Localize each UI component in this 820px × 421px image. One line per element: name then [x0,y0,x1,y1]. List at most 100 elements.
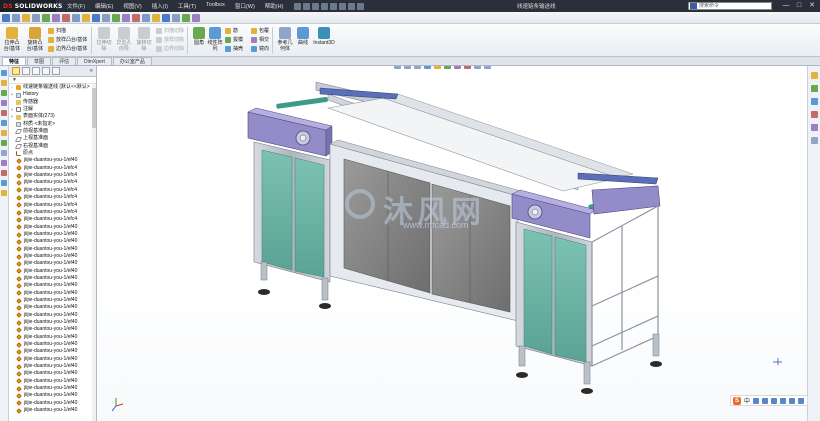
reference-icon[interactable] [1,100,7,106]
boundary-cut-button[interactable]: 边界切除 [156,45,184,52]
tab-dimxpert[interactable]: DimXpert [77,57,112,65]
tree-feature-item[interactable]: 传感器 [10,99,96,106]
keyboard-icon[interactable] [780,397,787,404]
tree-part-item[interactable]: jiijie-duantou-you-1/ef40 [10,319,96,326]
tree-root[interactable]: - 线速链条输送线 (默认<<默认> [10,84,96,91]
edit-icon[interactable] [1,170,7,176]
tree-part-item[interactable]: jiijie-duantou-you-1/efc4 [10,216,96,223]
offset-icon[interactable] [132,13,140,22]
tree-feature-item[interactable]: 右视基准面 [10,143,96,150]
restore-button[interactable]: □ [794,1,804,10]
tree-scroll-thumb[interactable] [92,88,96,128]
property-manager-tab[interactable] [22,67,30,75]
menu-window[interactable]: 窗口(W) [230,2,260,10]
loft-boss-button[interactable]: 放样凸台/基体 [48,36,87,43]
open-file-icon[interactable] [303,2,311,10]
display-icon[interactable] [1,150,7,156]
tree-feature-item[interactable]: + History [10,91,96,98]
menu-insert[interactable]: 插入(I) [147,2,173,10]
tree-part-item[interactable]: jiijie-duantou-you-1/ef40 [10,268,96,275]
tree-part-item[interactable]: jiijie-duantou-you-1/efc4 [10,165,96,172]
custom-properties-icon[interactable] [810,137,818,144]
zoom-icon[interactable] [1,180,7,186]
quick-snaps-icon[interactable] [192,13,200,22]
sweep-button[interactable]: 扫描 [48,27,66,34]
feature-icon[interactable] [1,80,7,86]
expand-icon[interactable]: + [10,113,14,120]
tree-part-item[interactable]: jiijie-duantou-you-1/ef40 [10,282,96,289]
intersect-button[interactable]: 相交 [251,36,269,43]
relations-icon[interactable] [172,13,180,22]
revolve-cut-button[interactable]: 旋转切 除 [133,27,155,52]
voice-icon[interactable] [771,397,778,404]
revolve-boss-button[interactable]: 旋转凸 台/基体 [24,27,46,52]
pan-icon[interactable] [1,190,7,196]
line-icon[interactable] [22,13,30,22]
extrude-cut-button[interactable]: 拉伸切 除 [93,27,115,52]
polygon-icon[interactable] [72,13,80,22]
rectangle-icon[interactable] [32,13,40,22]
ime-logo-icon[interactable]: S [733,396,741,405]
menu-tools[interactable]: 工具(T) [173,2,201,10]
options-icon[interactable] [357,2,365,10]
sketch-icon[interactable] [2,13,10,22]
menu-file[interactable]: 文件(F) [62,2,90,10]
rebuild-icon[interactable] [348,2,356,10]
tree-part-item[interactable]: jiijie-duantou-you-1/efc4 [10,202,96,209]
tree-feature-item[interactable]: 原点 [10,150,96,157]
tree-part-item[interactable]: jiijie-duantou-you-1/ef40 [10,246,96,253]
tree-part-item[interactable]: jiijie-duantou-you-1/efc4 [10,194,96,201]
sketch-tool-icon[interactable] [1,90,7,96]
new-file-icon[interactable] [294,2,302,10]
tree-part-item[interactable]: jiijie-duantou-you-1/ef40 [10,407,96,414]
solidworks-logo[interactable]: DS SOLIDWORKS [0,0,62,12]
tree-part-item[interactable]: jiijie-duantou-you-1/ef40 [10,304,96,311]
display-manager-tab[interactable] [52,67,60,75]
tree-part-item[interactable]: jiijie-duantou-you-1/efc4 [10,172,96,179]
fillet-sketch-icon[interactable] [82,13,90,22]
menu-toolbox[interactable]: Toolbox [201,2,230,10]
tree-part-item[interactable]: jiijie-duantou-you-1/ef40 [10,348,96,355]
boundary-boss-button[interactable]: 边界凸台/基体 [48,45,87,52]
graphics-area[interactable]: 沐风网 www.mfcad.com [98,66,807,421]
swept-cut-button[interactable]: 扫描切除 [156,27,184,34]
tree-part-item[interactable]: jiijie-duantou-you-1/ef40 [10,238,96,245]
tab-features[interactable]: 特征 [2,57,27,65]
tree-part-item[interactable]: jiijie-duantou-you-1/ef40 [10,392,96,399]
undo-icon[interactable] [330,2,338,10]
tree-part-item[interactable]: jiijie-duantou-you-1/ef40 [10,312,96,319]
collapse-icon[interactable]: - [10,84,14,91]
rib-button[interactable]: 筋 [225,27,238,34]
tree-part-item[interactable]: jiijie-duantou-you-1/ef40 [10,400,96,407]
menu-view[interactable]: 视图(V) [118,2,146,10]
spline-icon[interactable] [62,13,70,22]
menu-help[interactable]: 帮助(H) [260,2,289,10]
smart-dimension-icon[interactable] [12,13,20,22]
save-icon[interactable] [312,2,320,10]
print-icon[interactable] [321,2,329,10]
instant3d-button[interactable]: Instant3D [311,27,337,46]
linear-pattern-button[interactable]: 线性阵 列 [204,27,226,52]
move-icon[interactable] [162,13,170,22]
tools-icon[interactable] [798,397,805,404]
skin-icon[interactable] [789,397,796,404]
appearances-icon[interactable] [810,124,818,131]
tree-part-item[interactable]: jiijie-duantou-you-1/ef40 [10,370,96,377]
measure-icon[interactable] [1,110,7,116]
tree-part-item[interactable]: jiijie-duantou-you-1/ef40 [10,224,96,231]
view-palette-icon[interactable] [810,111,818,118]
select-icon[interactable] [339,2,347,10]
repair-sketch-icon[interactable] [182,13,190,22]
wrap-button[interactable]: 包覆 [251,27,269,34]
tree-scrollbar[interactable] [92,84,96,421]
convert-entities-icon[interactable] [122,13,130,22]
point-icon[interactable] [102,13,110,22]
tree-part-item[interactable]: jiijie-duantou-you-1/ef40 [10,275,96,282]
tree-feature-item[interactable]: + 表面实体(273) [10,113,96,120]
tree-part-item[interactable]: jiijie-duantou-you-1/ef40 [10,334,96,341]
resources-icon[interactable] [810,72,818,79]
ime-mode[interactable]: 中 [744,396,750,405]
conveyor-model[interactable] [98,66,807,421]
text-icon[interactable] [92,13,100,22]
tree-filter[interactable]: ▼ [9,77,96,84]
